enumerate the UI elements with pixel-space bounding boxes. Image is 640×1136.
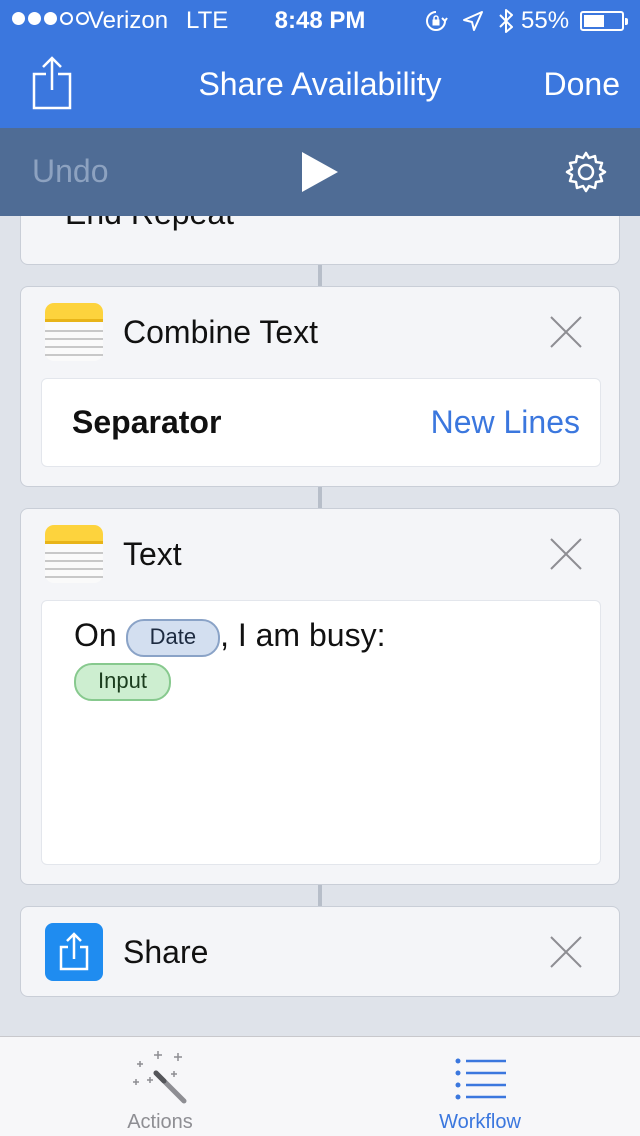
tab-actions-label: Actions [127,1111,193,1133]
tab-workflow[interactable]: Workflow [320,1037,640,1136]
connector [318,885,322,907]
separator-value[interactable]: New Lines [431,404,580,441]
text-prefix: On [74,617,117,653]
editor-toolbar: Undo [0,128,640,216]
connector [318,265,322,287]
combine-text-action[interactable]: Combine Text Separator New Lines [20,286,620,487]
share-icon [45,923,103,981]
separator-label: Separator [72,404,222,440]
rotation-lock-icon [426,11,448,31]
share-action-title: Share [123,934,209,970]
gear-icon[interactable] [564,150,608,194]
input-variable-token[interactable]: Input [74,662,171,701]
notes-icon [45,525,103,583]
tab-workflow-label: Workflow [439,1111,521,1133]
connector [318,487,322,509]
separator-row[interactable]: Separator New Lines [41,378,601,467]
navigation-bar: Share Availability Done [0,40,640,128]
magic-wand-icon [133,1051,187,1104]
play-icon[interactable] [300,150,340,194]
text-editor[interactable]: On Date, I am busy: Input [41,600,601,865]
status-bar: Verizon LTE 8:48 PM 55% [0,0,640,40]
undo-button[interactable]: Undo [32,153,109,190]
close-icon[interactable] [549,315,583,349]
tab-actions[interactable]: Actions [0,1037,320,1136]
battery-percentage: 55% [521,7,570,34]
date-variable-token[interactable]: Date [125,618,221,657]
text-action[interactable]: Text On Date, I am busy: Input [20,508,620,885]
bluetooth-icon [499,9,513,33]
share-action[interactable]: Share [20,906,620,997]
close-icon[interactable] [549,537,583,571]
close-icon[interactable] [549,935,583,969]
battery-icon [580,11,628,31]
end-repeat-action[interactable]: End Repeat [20,216,620,265]
list-icon [455,1058,506,1100]
combine-text-title: Combine Text [123,314,319,350]
done-button[interactable]: Done [544,66,621,103]
tab-bar: Actions Workflow [0,1036,640,1136]
text-action-title: Text [123,536,182,572]
end-repeat-label: End Repeat [65,216,234,232]
location-arrow-icon [463,11,483,31]
workflow-canvas[interactable]: End Repeat Combine Text Separator New Li… [0,216,640,1036]
notes-icon [45,303,103,361]
text-suffix: , I am busy: [220,617,386,653]
